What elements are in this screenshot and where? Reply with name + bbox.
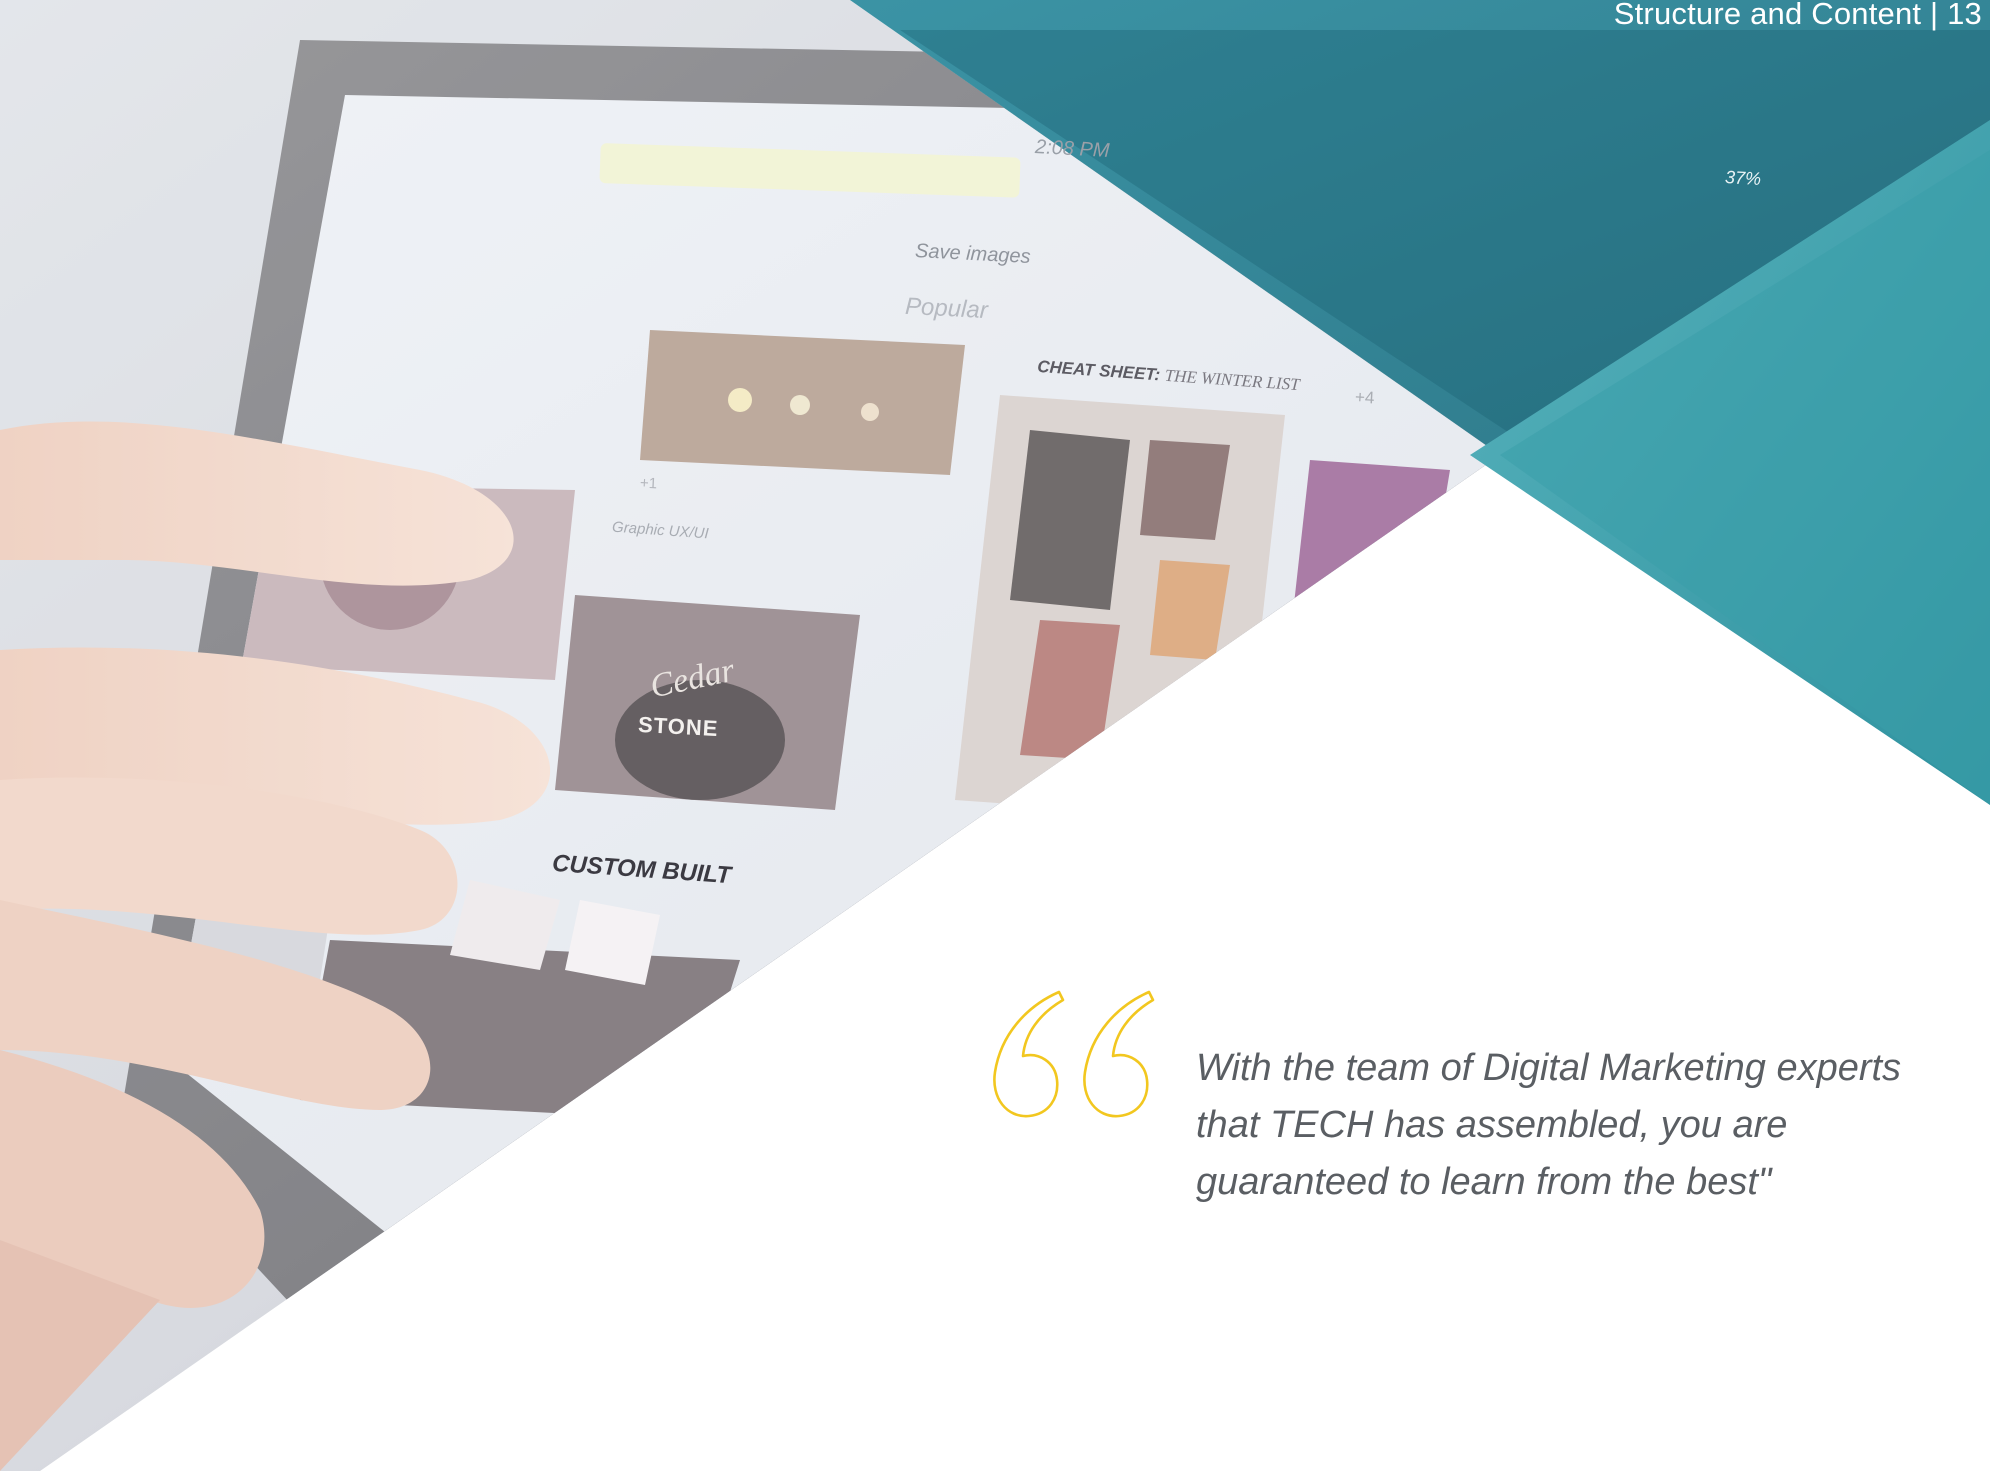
quote-text: With the team of Digital Marketing exper… (1196, 1047, 1902, 1203)
screen-plus-four-left: +1 (639, 474, 658, 493)
screen-stone: STONE (637, 711, 720, 742)
screen-popular: Popular (904, 292, 989, 325)
quote-mark-icon (993, 990, 1155, 1118)
hand-touching-tablet-photo (0, 0, 1990, 1471)
screen-plus-four: +4 (1354, 387, 1375, 408)
page: 2:08 PM 37% Save images Popular CHEAT SH… (0, 0, 1990, 1471)
screen-time: 2:08 PM (1034, 136, 1111, 162)
screen-battery: 37% (1724, 167, 1762, 189)
page-header: Structure and Content | 13 (1613, 0, 1982, 31)
